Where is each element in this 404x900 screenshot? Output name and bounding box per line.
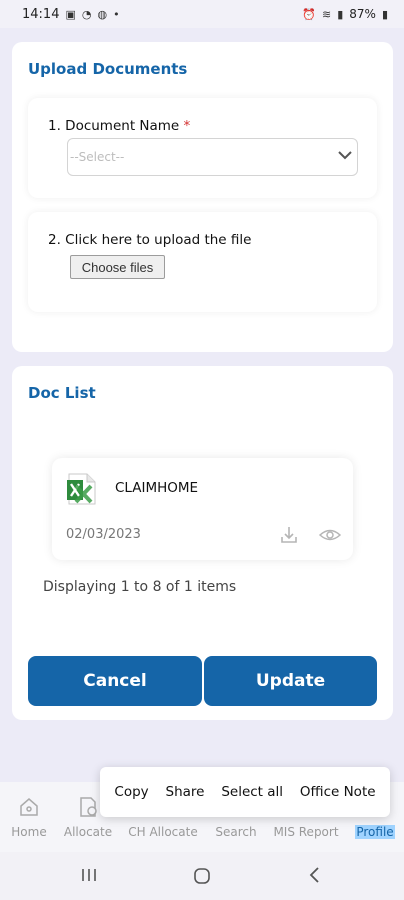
nav-home-label: Home	[11, 825, 47, 839]
document-name-text: 1. Document Name	[48, 118, 180, 134]
nav-search-label: Search	[215, 825, 257, 839]
file-upload-section: 2. Click here to upload the file Choose …	[28, 212, 377, 312]
upload-file-label: 2. Click here to upload the file	[48, 232, 252, 248]
dot-icon: •	[113, 7, 120, 21]
alarm-icon: ⏰	[302, 7, 316, 21]
chat-icon: ◔	[81, 7, 92, 21]
nav-mis-report-label: MIS Report	[273, 825, 339, 839]
document-name-select[interactable]: --Select--	[67, 138, 358, 176]
menu-select-all[interactable]: Select all	[221, 784, 283, 800]
required-mark: *	[183, 118, 191, 134]
home-icon	[20, 798, 38, 816]
allocate-icon	[80, 797, 97, 817]
select-value: --Select--	[70, 150, 125, 164]
doc-date: 02/03/2023	[66, 527, 141, 542]
document-name-label: 1. Document Name *	[48, 118, 190, 134]
back-icon[interactable]	[306, 866, 324, 884]
nav-allocate-label: Allocate	[63, 825, 113, 839]
pagination-info: Displaying 1 to 8 of 1 items	[43, 579, 237, 595]
doc-list-title: Doc List	[28, 384, 96, 402]
menu-office-note[interactable]: Office Note	[300, 784, 376, 800]
nav-profile-label: Profile	[355, 825, 395, 839]
cancel-button[interactable]: Cancel	[28, 656, 202, 706]
menu-share[interactable]: Share	[166, 784, 205, 800]
system-navigation-bar	[0, 852, 404, 900]
home-button-icon[interactable]	[192, 866, 212, 886]
doc-name: CLAIMHOME	[115, 480, 199, 496]
upload-documents-card: Upload Documents 1. Document Name * --Se…	[12, 42, 393, 352]
chevron-down-icon	[338, 151, 352, 160]
update-button[interactable]: Update	[204, 656, 377, 706]
battery-level: 87%	[349, 7, 376, 21]
globe-icon: ◍	[97, 7, 108, 21]
gallery-icon: ▣	[65, 7, 76, 21]
doc-list-card: Doc List CLAIMHOME 02/03/2023 Displaying…	[12, 366, 393, 720]
recent-apps-icon[interactable]	[80, 866, 98, 884]
doc-list-item[interactable]: CLAIMHOME 02/03/2023	[52, 458, 353, 560]
status-time: 14:14	[22, 6, 60, 22]
view-eye-icon[interactable]	[319, 526, 341, 544]
excel-file-icon	[67, 473, 96, 505]
text-selection-menu: Copy Share Select all Office Note	[100, 767, 390, 817]
status-bar: 14:14 ▣ ◔ ◍ • ⏰ ≋ ▮ 87% ▮	[0, 0, 404, 28]
menu-copy[interactable]: Copy	[114, 784, 148, 800]
download-icon[interactable]	[279, 525, 299, 545]
signal-icon: ▮	[337, 7, 344, 21]
battery-icon: ▮	[381, 7, 388, 21]
nav-ch-allocate-label: CH Allocate	[128, 825, 198, 839]
document-name-section: 1. Document Name * --Select--	[28, 98, 377, 198]
choose-files-button[interactable]: Choose files	[70, 255, 165, 279]
upload-documents-title: Upload Documents	[28, 60, 188, 78]
wifi-icon: ≋	[321, 7, 332, 21]
